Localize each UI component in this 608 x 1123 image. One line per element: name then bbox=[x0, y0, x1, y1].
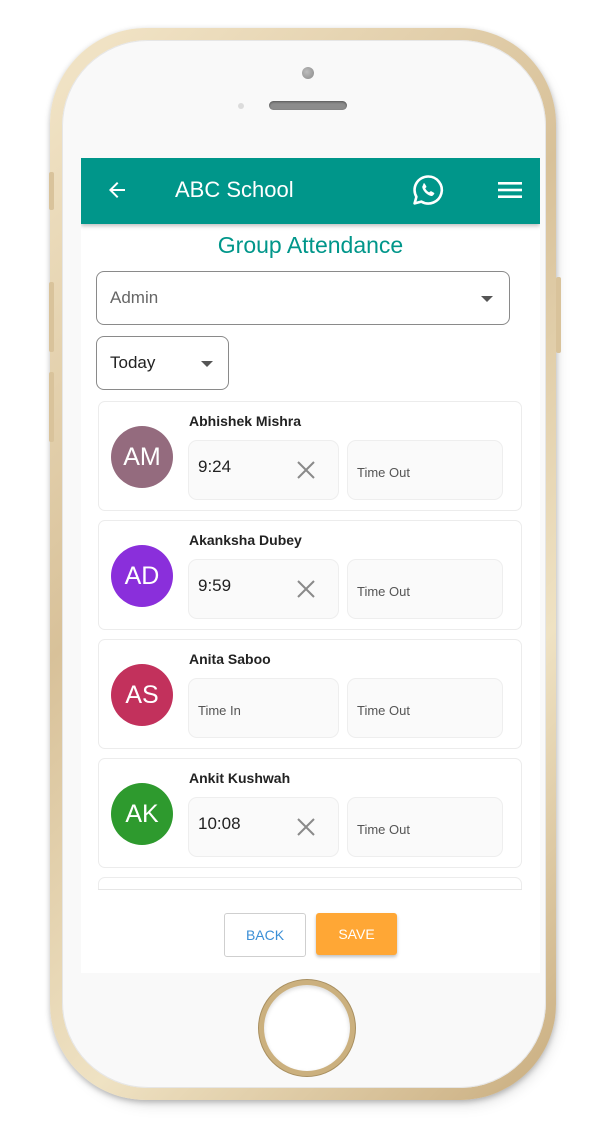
avatar: AS bbox=[111, 664, 173, 726]
back-arrow-button[interactable] bbox=[105, 178, 129, 202]
attendance-card: AD Akanksha Dubey 9:59 Time Out bbox=[98, 520, 522, 630]
caret-down-icon bbox=[201, 361, 213, 367]
attendance-card: AS Anita Saboo Time In Time Out bbox=[98, 639, 522, 749]
app-screen: ABC School Group Attendance Admin Today … bbox=[81, 158, 540, 973]
avatar: AK bbox=[111, 783, 173, 845]
time-out-field[interactable]: Time Out bbox=[347, 440, 503, 500]
period-dropdown[interactable]: Today bbox=[96, 336, 229, 390]
clear-time-in-button[interactable] bbox=[295, 459, 317, 481]
time-out-field[interactable]: Time Out bbox=[347, 559, 503, 619]
close-icon bbox=[297, 461, 315, 479]
caret-down-icon bbox=[481, 296, 493, 302]
save-button[interactable]: SAVE bbox=[316, 913, 397, 955]
close-icon bbox=[297, 818, 315, 836]
member-name: Abhishek Mishra bbox=[189, 413, 302, 429]
time-out-placeholder: Time Out bbox=[357, 703, 410, 718]
attendance-card: AK Ankit Kushwah 10:08 Time Out bbox=[98, 758, 522, 868]
arrow-left-icon bbox=[109, 182, 125, 198]
app-bar: ABC School bbox=[81, 158, 540, 224]
member-name: Akanksha Dubey bbox=[189, 532, 302, 548]
whatsapp-icon bbox=[413, 175, 444, 205]
time-out-placeholder: Time Out bbox=[357, 822, 410, 837]
volume-down-button bbox=[49, 372, 54, 442]
time-out-placeholder: Time Out bbox=[357, 465, 410, 480]
avatar: AD bbox=[111, 545, 173, 607]
list-divider bbox=[98, 889, 522, 890]
avatar: AM bbox=[111, 426, 173, 488]
time-in-field[interactable]: Time In bbox=[188, 678, 339, 738]
close-icon bbox=[297, 580, 315, 598]
user-group-value: Admin bbox=[110, 288, 159, 307]
menu-button[interactable] bbox=[497, 179, 523, 201]
clear-time-in-button[interactable] bbox=[295, 816, 317, 838]
front-camera bbox=[302, 67, 314, 79]
proximity-sensor bbox=[238, 103, 244, 109]
page-title: Group Attendance bbox=[217, 232, 404, 258]
attendance-card: AM Abhishek Mishra 9:24 Time Out bbox=[98, 401, 522, 511]
user-group-dropdown[interactable]: Admin bbox=[96, 271, 510, 325]
home-button[interactable] bbox=[264, 985, 350, 1071]
power-button bbox=[556, 277, 561, 353]
clear-time-in-button[interactable] bbox=[295, 578, 317, 600]
period-value: Today bbox=[110, 353, 156, 372]
time-in-value: 10:08 bbox=[198, 814, 241, 833]
member-name: Anita Saboo bbox=[189, 651, 271, 667]
time-out-field[interactable]: Time Out bbox=[347, 797, 503, 857]
time-in-field[interactable]: 9:24 bbox=[188, 440, 339, 500]
volume-up-button bbox=[49, 282, 54, 352]
app-title: ABC School bbox=[175, 177, 294, 202]
time-in-field[interactable]: 9:59 bbox=[188, 559, 339, 619]
time-in-value: 9:24 bbox=[198, 457, 232, 476]
back-button[interactable]: BACK bbox=[224, 913, 306, 957]
whatsapp-button[interactable] bbox=[411, 173, 445, 207]
time-in-field[interactable]: 10:08 bbox=[188, 797, 339, 857]
member-name: Ankit Kushwah bbox=[189, 770, 291, 786]
time-in-value: 9:59 bbox=[198, 576, 232, 595]
time-in-placeholder: Time In bbox=[198, 703, 241, 718]
time-out-placeholder: Time Out bbox=[357, 584, 410, 599]
time-out-field[interactable]: Time Out bbox=[347, 678, 503, 738]
earpiece-speaker bbox=[269, 101, 347, 110]
mute-switch bbox=[49, 172, 54, 210]
hamburger-menu-icon bbox=[498, 182, 522, 198]
attendance-card-partial bbox=[98, 877, 522, 889]
attendance-list[interactable]: AM Abhishek Mishra 9:24 Time Out AD Akan… bbox=[98, 401, 522, 889]
